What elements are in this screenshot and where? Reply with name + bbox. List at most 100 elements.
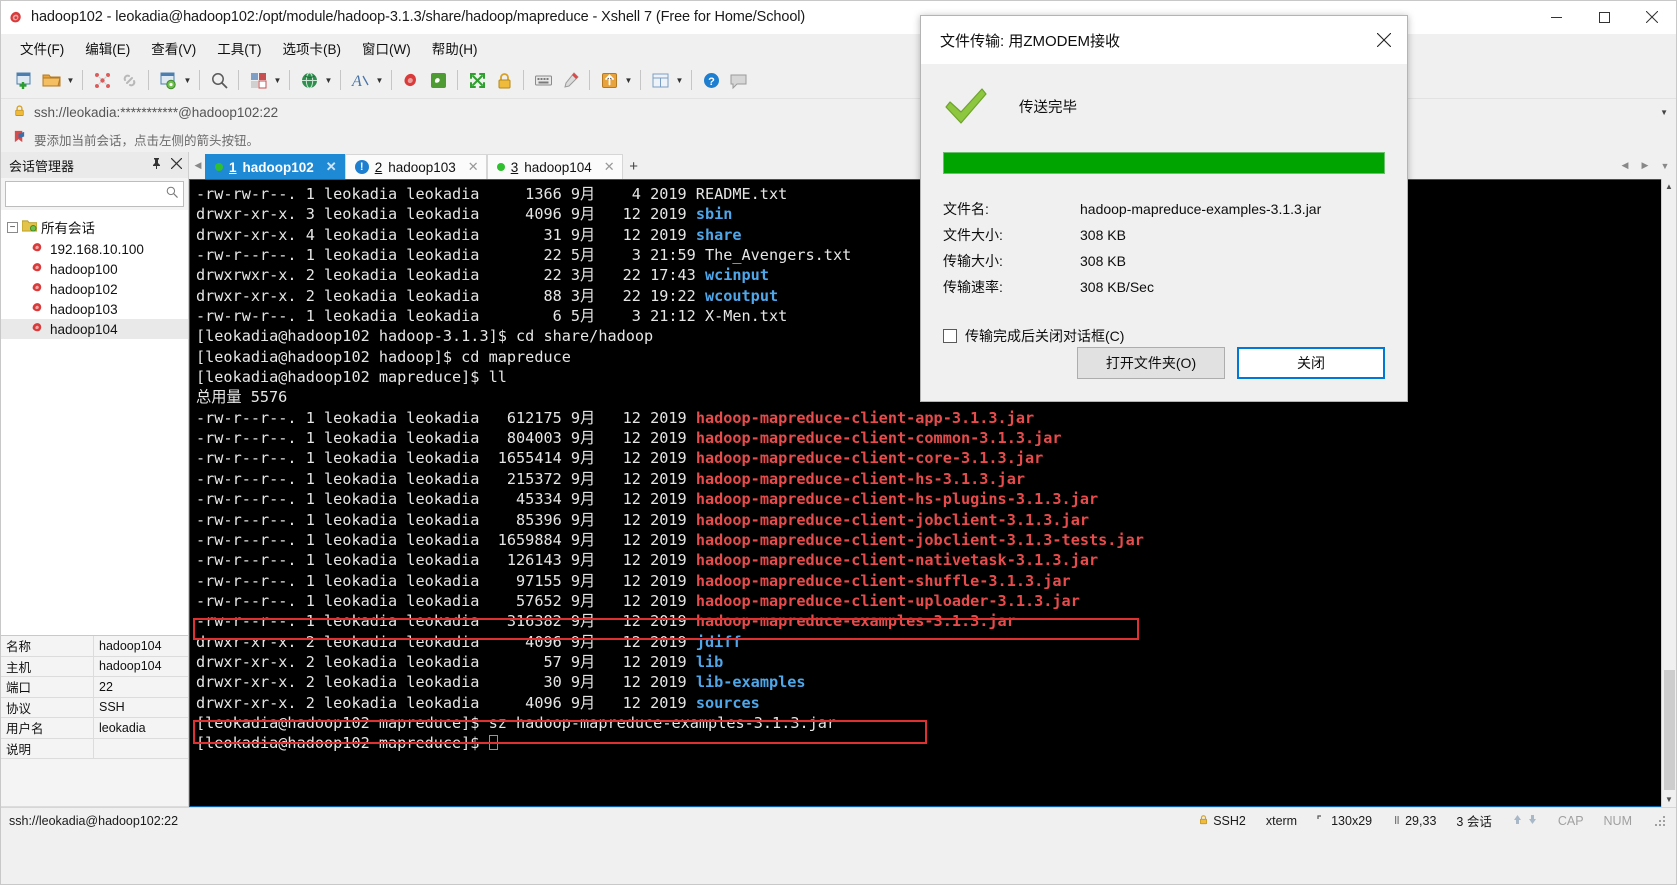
menu-file[interactable]: 文件(F) bbox=[11, 34, 73, 62]
disconnect-icon[interactable] bbox=[89, 66, 115, 94]
menu-help[interactable]: 帮助(H) bbox=[423, 34, 487, 62]
tab-list-dropdown-icon[interactable]: ▼ bbox=[1658, 152, 1672, 179]
file-transfer-dialog: 文件传输: 用ZMODEM接收 传送完毕 文件名: hadoop-mapredu… bbox=[920, 15, 1408, 402]
menu-edit[interactable]: 编辑(E) bbox=[76, 34, 139, 62]
session-item-hadoop103[interactable]: hadoop103 bbox=[1, 299, 188, 319]
xftp-icon[interactable] bbox=[425, 66, 451, 94]
terminal-cursor bbox=[488, 735, 498, 751]
globe-dropdown-caret[interactable]: ▼ bbox=[323, 66, 334, 94]
tree-expander-icon[interactable]: − bbox=[7, 221, 18, 233]
toolbar-separator bbox=[457, 70, 458, 90]
highlight-pen-icon[interactable] bbox=[557, 66, 583, 94]
terminal-scrollbar[interactable]: ▲ ▼ bbox=[1661, 179, 1676, 807]
open-folder-dropdown-caret[interactable]: ▼ bbox=[65, 66, 76, 94]
toolbar-separator bbox=[82, 70, 83, 90]
terminal-line: -rw-r--r--. 1 leokadia leokadia 45334 9月… bbox=[196, 489, 1661, 509]
menu-tabs[interactable]: 选项卡(B) bbox=[274, 34, 351, 62]
hint-text: 要添加当前会话，点击左侧的箭头按钮。 bbox=[34, 133, 260, 148]
lock-icon bbox=[1198, 814, 1209, 828]
menu-view[interactable]: 查看(V) bbox=[142, 34, 205, 62]
title-bar: hadoop102 - leokadia@hadoop102:/opt/modu… bbox=[1, 1, 1676, 34]
close-on-complete-checkbox-row[interactable]: 传输完成后关闭对话框(C) bbox=[943, 326, 1385, 346]
close-button[interactable] bbox=[1628, 1, 1676, 34]
xshell-icon[interactable] bbox=[398, 66, 424, 94]
globe-icon[interactable] bbox=[296, 66, 322, 94]
tab-nav-next-icon[interactable]: ▶ bbox=[1638, 152, 1652, 179]
svg-text:A: A bbox=[351, 73, 362, 90]
tab-close-icon[interactable]: ✕ bbox=[462, 159, 479, 175]
terminal-line: -rw-r--r--. 1 leokadia leokadia 85396 9月… bbox=[196, 510, 1661, 530]
session-item-hadoop100[interactable]: hadoop100 bbox=[1, 259, 188, 279]
tab-hadoop102[interactable]: 1 hadoop102 ✕ bbox=[205, 154, 345, 179]
close-on-complete-checkbox[interactable] bbox=[943, 329, 957, 343]
tab-close-icon[interactable]: ✕ bbox=[320, 159, 337, 175]
address-dropdown-caret[interactable]: ▼ bbox=[1660, 108, 1668, 117]
properties-dropdown-caret[interactable]: ▼ bbox=[182, 66, 193, 94]
new-session-icon[interactable] bbox=[11, 66, 37, 94]
pin-icon[interactable] bbox=[151, 156, 162, 174]
dialog-close-button[interactable] bbox=[1361, 16, 1407, 64]
close-icon[interactable] bbox=[170, 156, 183, 174]
file-transfer-icon[interactable] bbox=[596, 66, 622, 94]
directory-name: sbin bbox=[695, 205, 733, 224]
file-transfer-dropdown-caret[interactable]: ▼ bbox=[623, 66, 634, 94]
lock-icon[interactable] bbox=[491, 66, 517, 94]
session-icon bbox=[31, 241, 45, 257]
address-bar[interactable]: ssh://leokadia:***********@hadoop102:22 … bbox=[1, 98, 1676, 126]
dialog-close-action-button[interactable]: 关闭 bbox=[1237, 347, 1385, 379]
maximize-button[interactable] bbox=[1580, 1, 1628, 34]
terminal-text: drwxr-xr-x. 2 leokadia leokadia 4096 9月 … bbox=[196, 632, 696, 651]
jar-file-name: hadoop-mapreduce-client-uploader-3.1.3.j… bbox=[695, 591, 1080, 610]
font-dropdown-caret[interactable]: ▼ bbox=[374, 66, 385, 94]
keyboard-icon[interactable] bbox=[530, 66, 556, 94]
tab-label: hadoop104 bbox=[524, 159, 592, 175]
info-value: 308 KB/Sec bbox=[1080, 279, 1154, 295]
tab-hadoop104[interactable]: 3 hadoop104 ✕ bbox=[486, 154, 623, 179]
font-icon[interactable]: A bbox=[347, 66, 373, 94]
layout-dropdown-caret[interactable]: ▼ bbox=[272, 66, 283, 94]
close-on-complete-label: 传输完成后关闭对话框(C) bbox=[965, 328, 1125, 344]
status-term-type: xterm bbox=[1265, 813, 1298, 828]
tree-root-all-sessions[interactable]: − 所有会话 bbox=[1, 215, 188, 239]
session-search-input[interactable] bbox=[10, 187, 165, 201]
open-folder-icon[interactable] bbox=[38, 66, 64, 94]
resize-grip-icon[interactable] bbox=[1654, 814, 1666, 827]
toolbar-separator bbox=[691, 70, 692, 90]
layout-icon[interactable] bbox=[245, 66, 271, 94]
terminal-line: drwxr-xr-x. 2 leokadia leokadia 4096 9月 … bbox=[196, 632, 1661, 652]
session-item-hadoop104[interactable]: hadoop104 bbox=[1, 319, 188, 339]
link-icon[interactable] bbox=[116, 66, 142, 94]
tab-hadoop103[interactable]: ! 2 hadoop103 ✕ bbox=[344, 154, 487, 179]
session-label: hadoop103 bbox=[50, 301, 118, 317]
menu-window[interactable]: 窗口(W) bbox=[353, 34, 420, 62]
chat-icon[interactable] bbox=[725, 66, 751, 94]
help-icon[interactable]: ? bbox=[698, 66, 724, 94]
session-item-hadoop102[interactable]: hadoop102 bbox=[1, 279, 188, 299]
session-search-box[interactable] bbox=[5, 181, 184, 207]
scroll-down-arrow-icon[interactable]: ▼ bbox=[1665, 792, 1673, 807]
session-item-192-168-10-100[interactable]: 192.168.10.100 bbox=[1, 239, 188, 259]
tab-nav-prev-icon[interactable]: ◀ bbox=[1618, 152, 1632, 179]
new-tab-button[interactable]: + bbox=[622, 154, 645, 179]
session-label: hadoop104 bbox=[50, 321, 118, 337]
info-key: 传输速率: bbox=[943, 279, 1003, 295]
tab-close-icon[interactable]: ✕ bbox=[598, 159, 615, 175]
jar-file-name: hadoop-mapreduce-client-core-3.1.3.jar bbox=[695, 449, 1044, 468]
info-key: 传输大小: bbox=[943, 253, 1003, 269]
terminal-text: drwxr-xr-x. 2 leokadia leokadia 30 9月 12… bbox=[196, 673, 696, 692]
search-icon[interactable] bbox=[206, 66, 232, 94]
tab-scroll-left-icon[interactable]: ◀ bbox=[191, 152, 205, 179]
compose-pane-icon[interactable] bbox=[647, 66, 673, 94]
dialog-title-bar: 文件传输: 用ZMODEM接收 bbox=[921, 16, 1407, 64]
open-folder-button[interactable]: 打开文件夹(O) bbox=[1077, 347, 1225, 379]
scroll-up-arrow-icon[interactable]: ▲ bbox=[1665, 179, 1673, 194]
terminal-text: -rw-r--r--. 1 leokadia leokadia 215372 9… bbox=[196, 469, 696, 488]
compose-pane-dropdown-caret[interactable]: ▼ bbox=[674, 66, 685, 94]
directory-name: share bbox=[695, 225, 742, 244]
fullscreen-icon[interactable] bbox=[464, 66, 490, 94]
properties-icon[interactable] bbox=[155, 66, 181, 94]
search-icon[interactable] bbox=[165, 185, 179, 204]
menu-tools[interactable]: 工具(T) bbox=[208, 34, 270, 62]
scrollbar-thumb[interactable] bbox=[1663, 670, 1675, 790]
minimize-button[interactable] bbox=[1532, 1, 1580, 34]
